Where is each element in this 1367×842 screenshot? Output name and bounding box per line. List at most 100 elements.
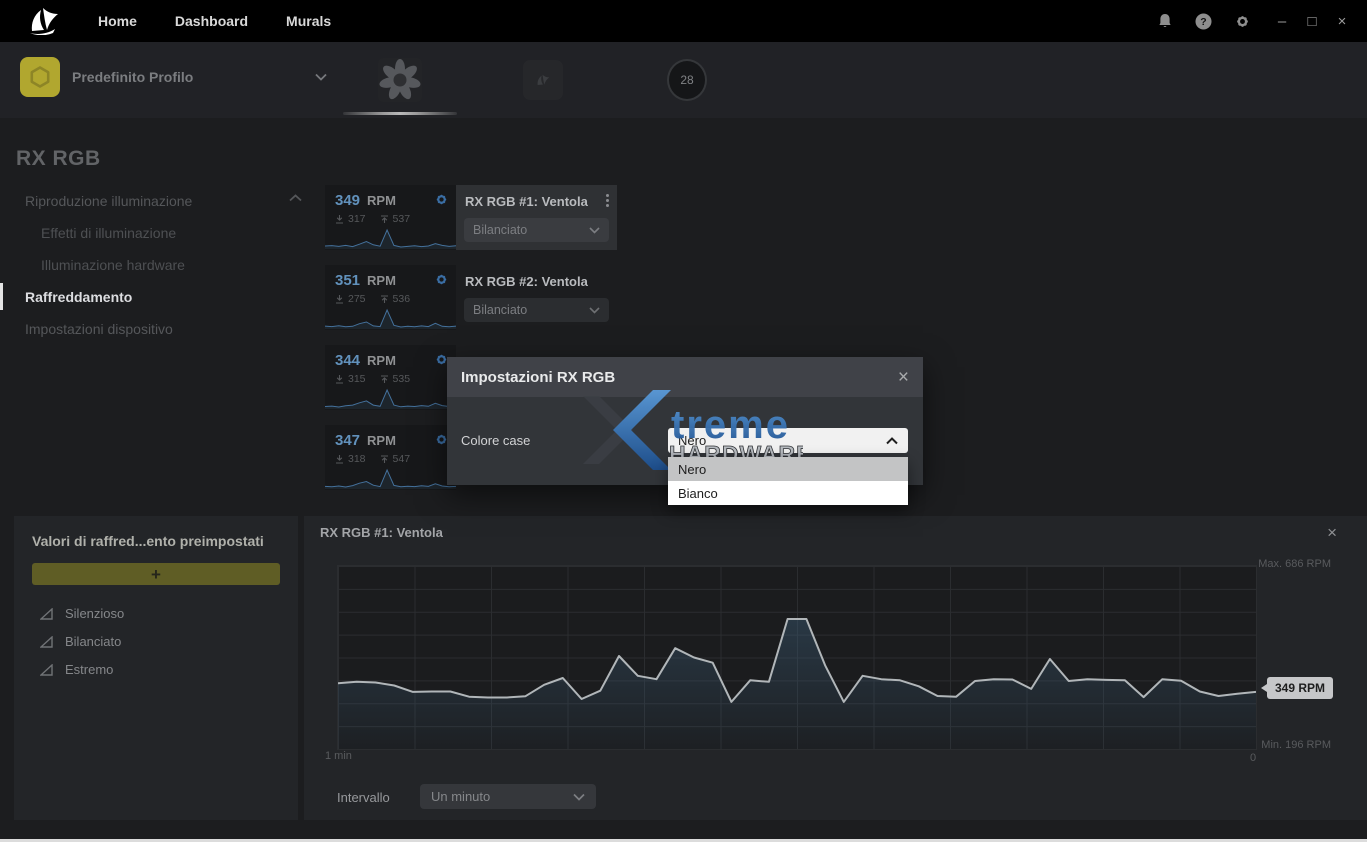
max-rpm-icon	[380, 295, 389, 304]
nav-dashboard[interactable]: Dashboard	[175, 13, 248, 29]
chevron-down-icon	[573, 793, 585, 801]
fan-row-2: 351 RPM 275 536 RX RGB #2: Ventola Bilan…	[325, 265, 617, 330]
active-item-indicator	[0, 283, 3, 310]
device-tab-lcd-cooler[interactable]: 28	[667, 42, 707, 118]
fan1-card[interactable]: RX RGB #1: Ventola Bilanciato	[456, 185, 617, 250]
add-preset-button[interactable]: +	[32, 563, 280, 585]
chart-area-fill	[338, 619, 1256, 749]
device-tab-fan[interactable]	[343, 42, 457, 118]
maximize-button[interactable]: □	[1305, 13, 1319, 30]
fan4-rpm-unit: RPM	[367, 433, 396, 448]
chart-min-label: Min. 196 RPM	[1261, 739, 1331, 751]
modal-header: Impostazioni RX RGB ×	[447, 357, 923, 397]
preset-bilanciato[interactable]: Bilanciato	[40, 634, 121, 649]
fan2-settings-gear-icon[interactable]	[434, 272, 449, 287]
ramp-icon	[40, 664, 53, 676]
window-controls: – □ ×	[1275, 13, 1349, 30]
cooling-chart-svg	[338, 566, 1256, 749]
fan1-settings-gear-icon[interactable]	[434, 192, 449, 207]
notifications-bell-icon[interactable]	[1157, 13, 1173, 29]
max-rpm-icon	[380, 215, 389, 224]
fan3-rpm-value: 344	[335, 352, 360, 369]
fan2-max-rpm: 536	[393, 293, 411, 305]
preset-label: Estremo	[65, 662, 113, 677]
sidebar-item-illuminazione-hw[interactable]: Illuminazione hardware	[41, 257, 185, 273]
preset-silenzioso[interactable]: Silenzioso	[40, 606, 124, 621]
chevron-down-icon	[589, 307, 600, 314]
lcd-temperature-value: 28	[680, 73, 693, 87]
sidebar-item-raffreddamento[interactable]: Raffreddamento	[25, 289, 132, 305]
presets-title: Valori di raffred...ento preimpostati	[32, 533, 264, 549]
fan2-rpm-value: 351	[335, 272, 360, 289]
fan4-min-rpm: 318	[348, 453, 366, 465]
interval-select[interactable]: Un minuto	[420, 784, 596, 809]
nav-home[interactable]: Home	[98, 13, 137, 29]
fan1-sparkline	[325, 227, 456, 249]
modal-close-icon[interactable]: ×	[898, 368, 909, 387]
min-rpm-icon	[335, 215, 344, 224]
option-bianco[interactable]: Bianco	[668, 481, 908, 505]
case-color-label: Colore case	[461, 433, 530, 448]
fan4-stats: 347 RPM 318 547	[325, 425, 456, 490]
settings-gear-icon[interactable]	[1234, 13, 1251, 30]
lcd-cooler-icon: 28	[667, 59, 707, 101]
min-rpm-icon	[335, 375, 344, 384]
fan1-rpm-value: 349	[335, 192, 360, 209]
chart-zero-label: 0	[1250, 752, 1256, 764]
fan3-min-rpm: 315	[348, 373, 366, 385]
sidebar-item-effetti[interactable]: Effetti di illuminazione	[41, 225, 176, 241]
keyboard-device-icon	[523, 60, 563, 100]
sidebar-item-riproduzione[interactable]: Riproduzione illuminazione	[25, 193, 192, 209]
chart-max-label: Max. 686 RPM	[1258, 558, 1331, 570]
option-nero[interactable]: Nero	[668, 457, 908, 481]
fan4-rpm-value: 347	[335, 432, 360, 449]
device-tab-keyboard[interactable]	[523, 42, 563, 118]
fan1-menu-icon[interactable]	[606, 194, 609, 207]
close-window-button[interactable]: ×	[1335, 13, 1349, 30]
chevron-up-icon	[886, 437, 898, 445]
current-rpm-badge: 349 RPM	[1267, 677, 1333, 699]
section-chevron-up-icon[interactable]	[289, 194, 302, 202]
titlebar-icons: ?	[1157, 13, 1251, 30]
fan2-name: RX RGB #2: Ventola	[465, 274, 588, 289]
fan1-rpm-unit: RPM	[367, 193, 396, 208]
fan1-preset-select[interactable]: Bilanciato	[464, 218, 609, 242]
preset-estremo[interactable]: Estremo	[40, 662, 113, 677]
corsair-logo-icon	[26, 7, 62, 35]
min-rpm-icon	[335, 455, 344, 464]
rpm-chart-plot	[337, 565, 1257, 750]
help-icon[interactable]: ?	[1195, 13, 1212, 30]
fan2-min-rpm: 275	[348, 293, 366, 305]
main-nav: Home Dashboard Murals	[98, 13, 331, 29]
chart-time-label: 1 min	[325, 750, 352, 762]
profile-chevron-down-icon[interactable]	[315, 73, 327, 81]
profile-selector[interactable]: Predefinito Profilo	[20, 57, 327, 97]
svg-text:?: ?	[1200, 16, 1206, 28]
fan1-max-rpm: 537	[393, 213, 411, 225]
preset-label: Bilanciato	[65, 634, 121, 649]
fan1-name: RX RGB #1: Ventola	[465, 194, 588, 209]
chart-close-icon[interactable]: ×	[1327, 524, 1337, 541]
titlebar: Home Dashboard Murals ? – □	[0, 0, 1367, 42]
case-color-select[interactable]: Nero	[668, 428, 908, 453]
fan2-preset-select[interactable]: Bilanciato	[464, 298, 609, 322]
case-color-value: Nero	[678, 433, 706, 448]
fan1-min-rpm: 317	[348, 213, 366, 225]
fan2-rpm-unit: RPM	[367, 273, 396, 288]
profile-icon	[20, 57, 60, 97]
chart-title: RX RGB #1: Ventola	[320, 525, 443, 540]
fan1-preset-value: Bilanciato	[473, 223, 527, 237]
device-tab-active-underline	[343, 112, 457, 115]
sidebar-item-impostazioni[interactable]: Impostazioni dispositivo	[25, 321, 173, 337]
min-rpm-icon	[335, 295, 344, 304]
fan2-sparkline	[325, 307, 456, 329]
minimize-button[interactable]: –	[1275, 13, 1289, 30]
fan2-card[interactable]: RX RGB #2: Ventola Bilanciato	[456, 265, 617, 330]
max-rpm-icon	[380, 375, 389, 384]
preset-label: Silenzioso	[65, 606, 124, 621]
fan2-stats: 351 RPM 275 536	[325, 265, 456, 330]
fan4-sparkline	[325, 467, 456, 489]
fan3-max-rpm: 535	[393, 373, 411, 385]
max-rpm-icon	[380, 455, 389, 464]
nav-murals[interactable]: Murals	[286, 13, 331, 29]
